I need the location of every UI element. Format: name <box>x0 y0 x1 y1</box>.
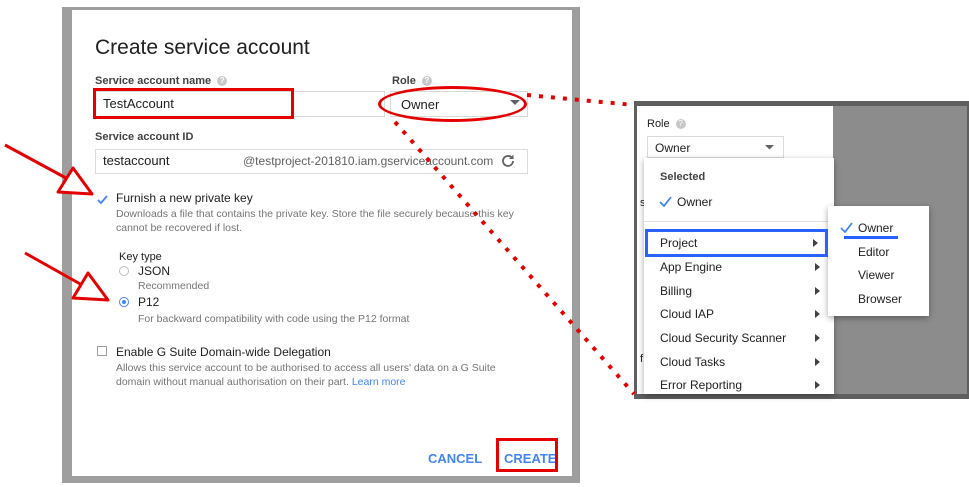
arrow-annotation <box>24 251 110 302</box>
dotted-connector-bottom <box>393 120 636 396</box>
dotted-connector-top <box>526 93 635 107</box>
arrow-annotation <box>4 143 94 196</box>
annotation-overlay <box>4 93 636 396</box>
